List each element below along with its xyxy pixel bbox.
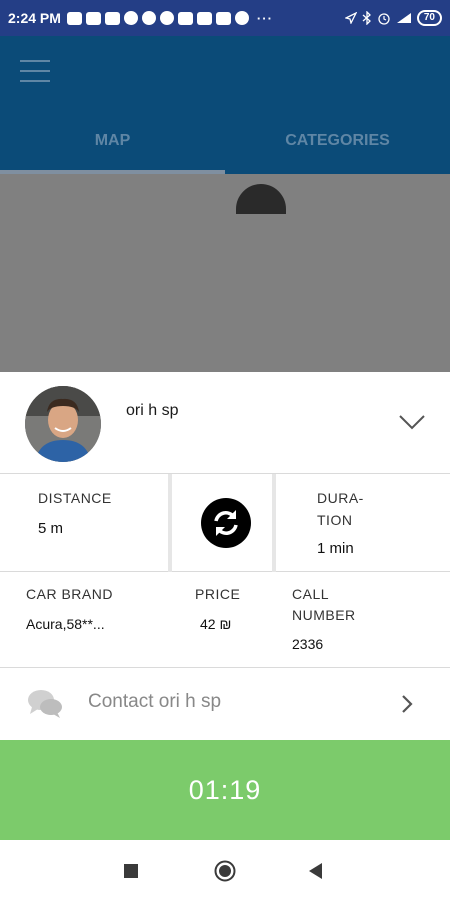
timer-value: 01:19: [188, 774, 262, 805]
map-view[interactable]: [0, 174, 450, 374]
system-icons: 70: [344, 10, 442, 26]
contact-driver-label: Contact ori h sp: [88, 691, 222, 712]
battery-icon: 70: [416, 10, 442, 26]
tab-categories-label: CATEGORIES: [285, 132, 390, 149]
trip-stats-row: DISTANCE 5 m DURA- TION 1 min: [0, 474, 450, 572]
message-icon: [85, 11, 101, 25]
duration-value: 1 min: [317, 540, 354, 557]
car-brand-label: CAR BRAND: [26, 586, 113, 602]
status-time: 2:24 PM: [8, 10, 61, 26]
driver-name: ori h sp: [126, 402, 179, 419]
overflow-icon: ···: [256, 10, 273, 26]
nav-home-icon[interactable]: [214, 860, 236, 882]
status-bar: 2:24 PM ··· 70: [0, 0, 450, 36]
nav-back-icon[interactable]: [309, 863, 323, 879]
refresh-cell: [176, 474, 276, 572]
app-icon: [123, 11, 138, 25]
avatar: [25, 386, 101, 462]
tab-bar: MAP CATEGORIES: [0, 116, 450, 174]
document-icon: [104, 11, 120, 25]
chat-icon: [28, 690, 62, 718]
app-icon: [141, 11, 156, 25]
photo-icon: [215, 11, 231, 25]
location-icon: [344, 12, 357, 24]
tab-map[interactable]: MAP: [0, 116, 225, 174]
ride-details-sheet: ori h sp DISTANCE 5 m DURA- TION 1 min C…: [0, 372, 450, 840]
driver-row[interactable]: ori h sp: [0, 372, 450, 474]
alarm-icon: [378, 13, 390, 25]
signal-icon: [396, 13, 411, 23]
call-number-label-1: CALL: [292, 586, 330, 602]
call-number-value: 2336: [292, 636, 324, 652]
system-nav-bar: [0, 840, 450, 900]
chevron-right-icon[interactable]: [400, 693, 414, 715]
chevron-down-icon[interactable]: [398, 412, 426, 432]
bluetooth-icon: [362, 11, 371, 25]
message-icon: [66, 11, 82, 25]
price-value: 42 ₪: [200, 616, 232, 632]
app-bar: MAP CATEGORIES: [0, 36, 450, 174]
app-icon: [159, 11, 174, 25]
app-icon: [234, 11, 249, 25]
contact-driver-row[interactable]: Contact ori h sp: [0, 669, 450, 739]
notification-icons: ···: [66, 10, 273, 26]
duration-label-2: TION: [317, 512, 353, 528]
ride-info-row: CAR BRAND Acura,58**... PRICE 42 ₪ CALL …: [0, 572, 450, 668]
refresh-icon[interactable]: [201, 498, 251, 548]
distance-cell: DISTANCE 5 m: [0, 474, 172, 572]
car-brand-value: Acura,58**...: [26, 616, 105, 632]
tab-categories[interactable]: CATEGORIES: [225, 116, 450, 174]
timer-button[interactable]: 01:19: [0, 740, 450, 840]
menu-icon[interactable]: [20, 60, 50, 82]
linkedin-icon: [177, 11, 193, 25]
duration-label-1: DURA-: [317, 490, 364, 506]
call-number-label-2: NUMBER: [292, 607, 356, 623]
nav-recents-icon[interactable]: [124, 864, 138, 878]
price-label: PRICE: [195, 586, 241, 602]
duration-cell: DURA- TION 1 min: [280, 474, 450, 572]
tab-map-label: MAP: [94, 132, 131, 149]
distance-value: 5 m: [38, 520, 64, 537]
distance-label: DISTANCE: [38, 490, 112, 506]
youtube-icon: [196, 11, 212, 25]
